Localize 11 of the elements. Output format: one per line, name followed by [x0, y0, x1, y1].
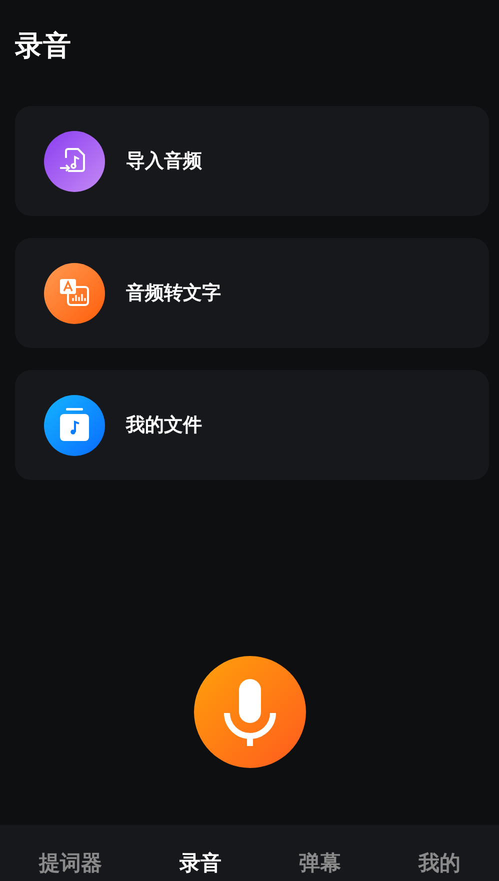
action-card[interactable]: 我的文件 [15, 370, 489, 480]
action-card[interactable]: 导入音频 [15, 106, 489, 216]
translate-audio-icon [44, 262, 105, 324]
tab[interactable]: 弹幕 [294, 849, 345, 877]
tab[interactable]: 录音 [175, 849, 226, 877]
tab[interactable]: 我的 [414, 849, 464, 877]
page-title: 录音 [15, 28, 71, 64]
music-file-import-icon [44, 130, 105, 192]
music-folder-icon [44, 394, 105, 456]
action-card[interactable]: 音频转文字 [15, 238, 489, 348]
tab[interactable]: 提词器 [34, 849, 106, 877]
